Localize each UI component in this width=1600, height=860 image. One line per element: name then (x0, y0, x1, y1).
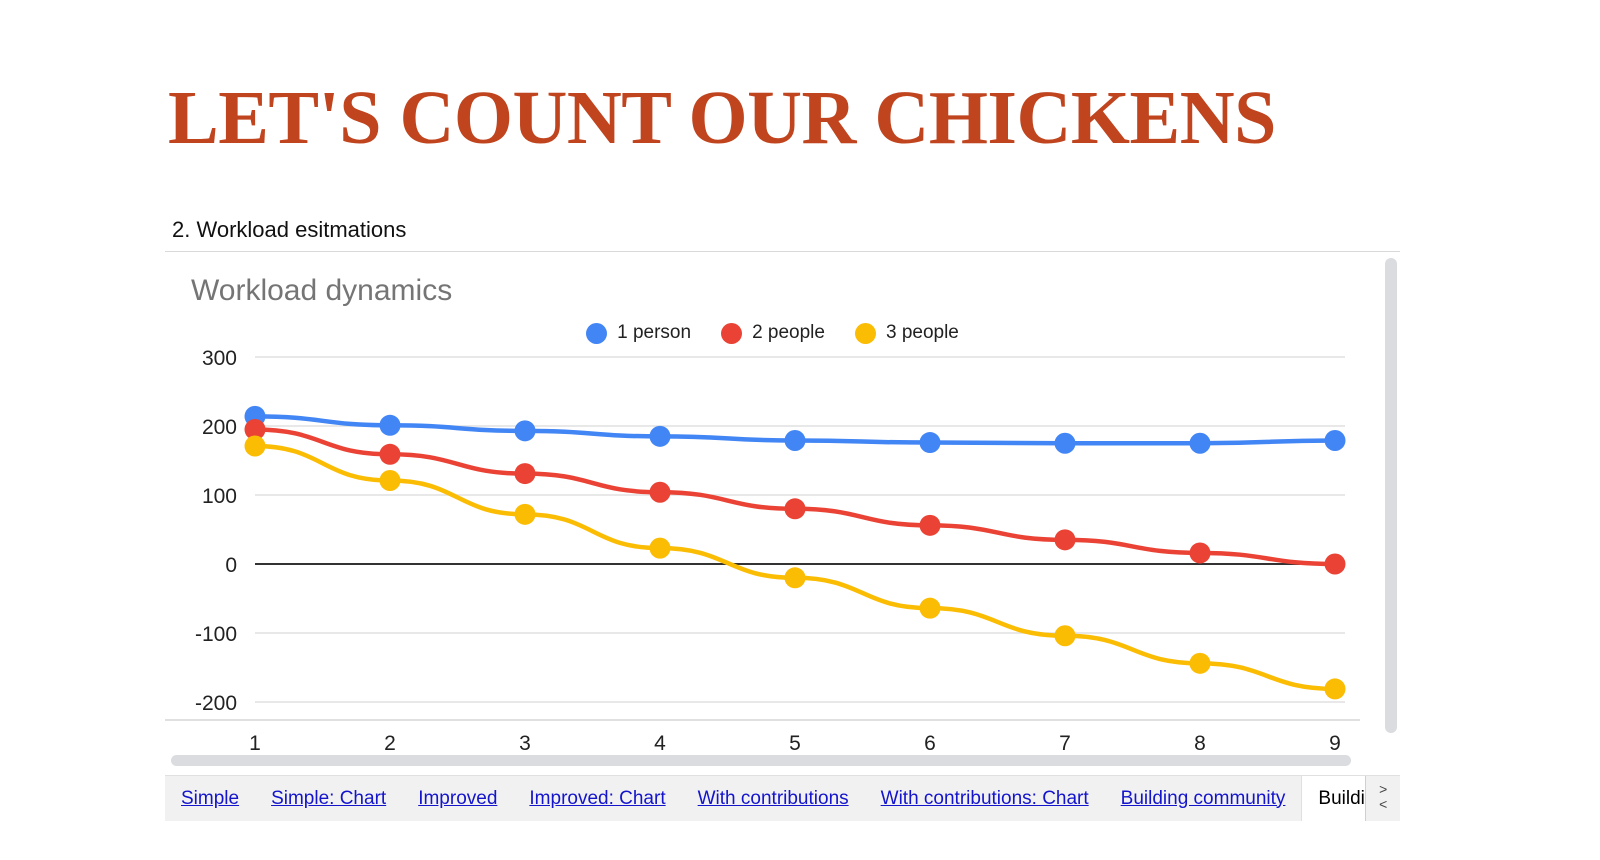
sheet-tab[interactable]: Simple (165, 776, 255, 821)
data-point-marker[interactable] (649, 537, 671, 559)
line-chart-plot: 3002001000-100-2001 2 3 4 5 6 7 8 9 (165, 347, 1360, 755)
sheet-tab[interactable]: Improved: Chart (513, 776, 681, 821)
tab-scroll-next-icon[interactable]: > (1379, 783, 1387, 799)
data-point-marker[interactable] (784, 567, 806, 589)
sheet-tab[interactable]: Improved (402, 776, 513, 821)
section-caption: 2. Workload esitmations (172, 217, 407, 242)
data-point-marker[interactable] (1054, 529, 1076, 551)
sheet-tab-active[interactable]: Building community: Chart (1301, 776, 1366, 821)
legend-marker-icon (721, 322, 743, 344)
data-point-marker[interactable] (1189, 652, 1211, 674)
legend-label: 3 people (885, 322, 959, 343)
data-point-marker[interactable] (784, 429, 806, 451)
data-point-marker[interactable] (379, 470, 401, 492)
sheet-tab[interactable]: With contributions (682, 776, 865, 821)
y-axis-tick-label: 100 (202, 485, 237, 508)
data-point-marker[interactable] (919, 432, 941, 454)
legend-label: 1 person (617, 322, 692, 343)
sheet-tab[interactable]: Building community (1105, 776, 1302, 821)
data-point-marker[interactable] (514, 420, 536, 442)
legend-marker-icon (854, 322, 876, 344)
legend-item[interactable]: 1 person (586, 322, 691, 344)
vertical-scrollbar-thumb[interactable] (1385, 258, 1397, 733)
data-point-marker[interactable] (1324, 678, 1346, 700)
tab-scroll-arrows: > < (1365, 776, 1400, 821)
sheet-tab-list: Simple Simple: Chart Improved Improved: Cha… (165, 776, 1366, 821)
data-point-marker[interactable] (649, 481, 671, 503)
data-point-marker[interactable] (379, 414, 401, 436)
data-point-marker[interactable] (649, 425, 671, 447)
chart-area: Workload dynamics 1 person 2 people 3 peop… (165, 252, 1380, 762)
y-axis-tick-label: 200 (202, 416, 237, 439)
data-point-marker[interactable] (919, 514, 941, 536)
data-point-marker[interactable] (784, 498, 806, 520)
sheet-tab-bar: Simple Simple: Chart Improved Improved: Cha… (165, 775, 1400, 821)
data-point-marker[interactable] (1189, 542, 1211, 564)
slide-canvas: LET'S COUNT OUR CHICKENS 2. Workload esi… (0, 0, 1600, 860)
data-point-marker[interactable] (919, 597, 941, 619)
legend-marker-icon (586, 322, 608, 344)
data-point-marker[interactable] (379, 443, 401, 465)
data-point-marker[interactable] (244, 435, 266, 457)
sheet-tab[interactable]: With contributions: Chart (865, 776, 1105, 821)
y-axis-tick-label: -100 (195, 623, 237, 646)
vertical-scrollbar-track[interactable] (1382, 252, 1400, 762)
legend-label: 2 people (752, 322, 825, 343)
y-axis-tick-label: 300 (202, 347, 237, 370)
sheet-tab[interactable]: Simple: Chart (255, 776, 402, 821)
data-point-marker[interactable] (514, 463, 536, 485)
y-axis-tick-label: 0 (225, 554, 237, 577)
horizontal-scrollbar-thumb[interactable] (171, 755, 1351, 766)
data-point-marker[interactable] (1324, 553, 1346, 575)
chart-title: Workload dynamics (191, 274, 453, 307)
tab-scroll-prev-icon[interactable]: < (1379, 798, 1387, 814)
page-title: LET'S COUNT OUR CHICKENS (168, 76, 1276, 160)
data-point-marker[interactable] (514, 503, 536, 525)
legend-item[interactable]: 2 people (721, 322, 825, 344)
data-point-marker[interactable] (1189, 432, 1211, 454)
legend-item[interactable]: 3 people (854, 322, 959, 344)
data-point-marker[interactable] (1054, 432, 1076, 454)
y-axis-tick-label: -200 (195, 692, 237, 715)
data-point-marker[interactable] (1054, 625, 1076, 647)
embedded-spreadsheet[interactable]: Workload dynamics 1 person 2 people 3 peop… (165, 251, 1400, 821)
chart-legend: 1 person 2 people 3 people (165, 322, 1380, 344)
data-point-marker[interactable] (1324, 429, 1346, 451)
